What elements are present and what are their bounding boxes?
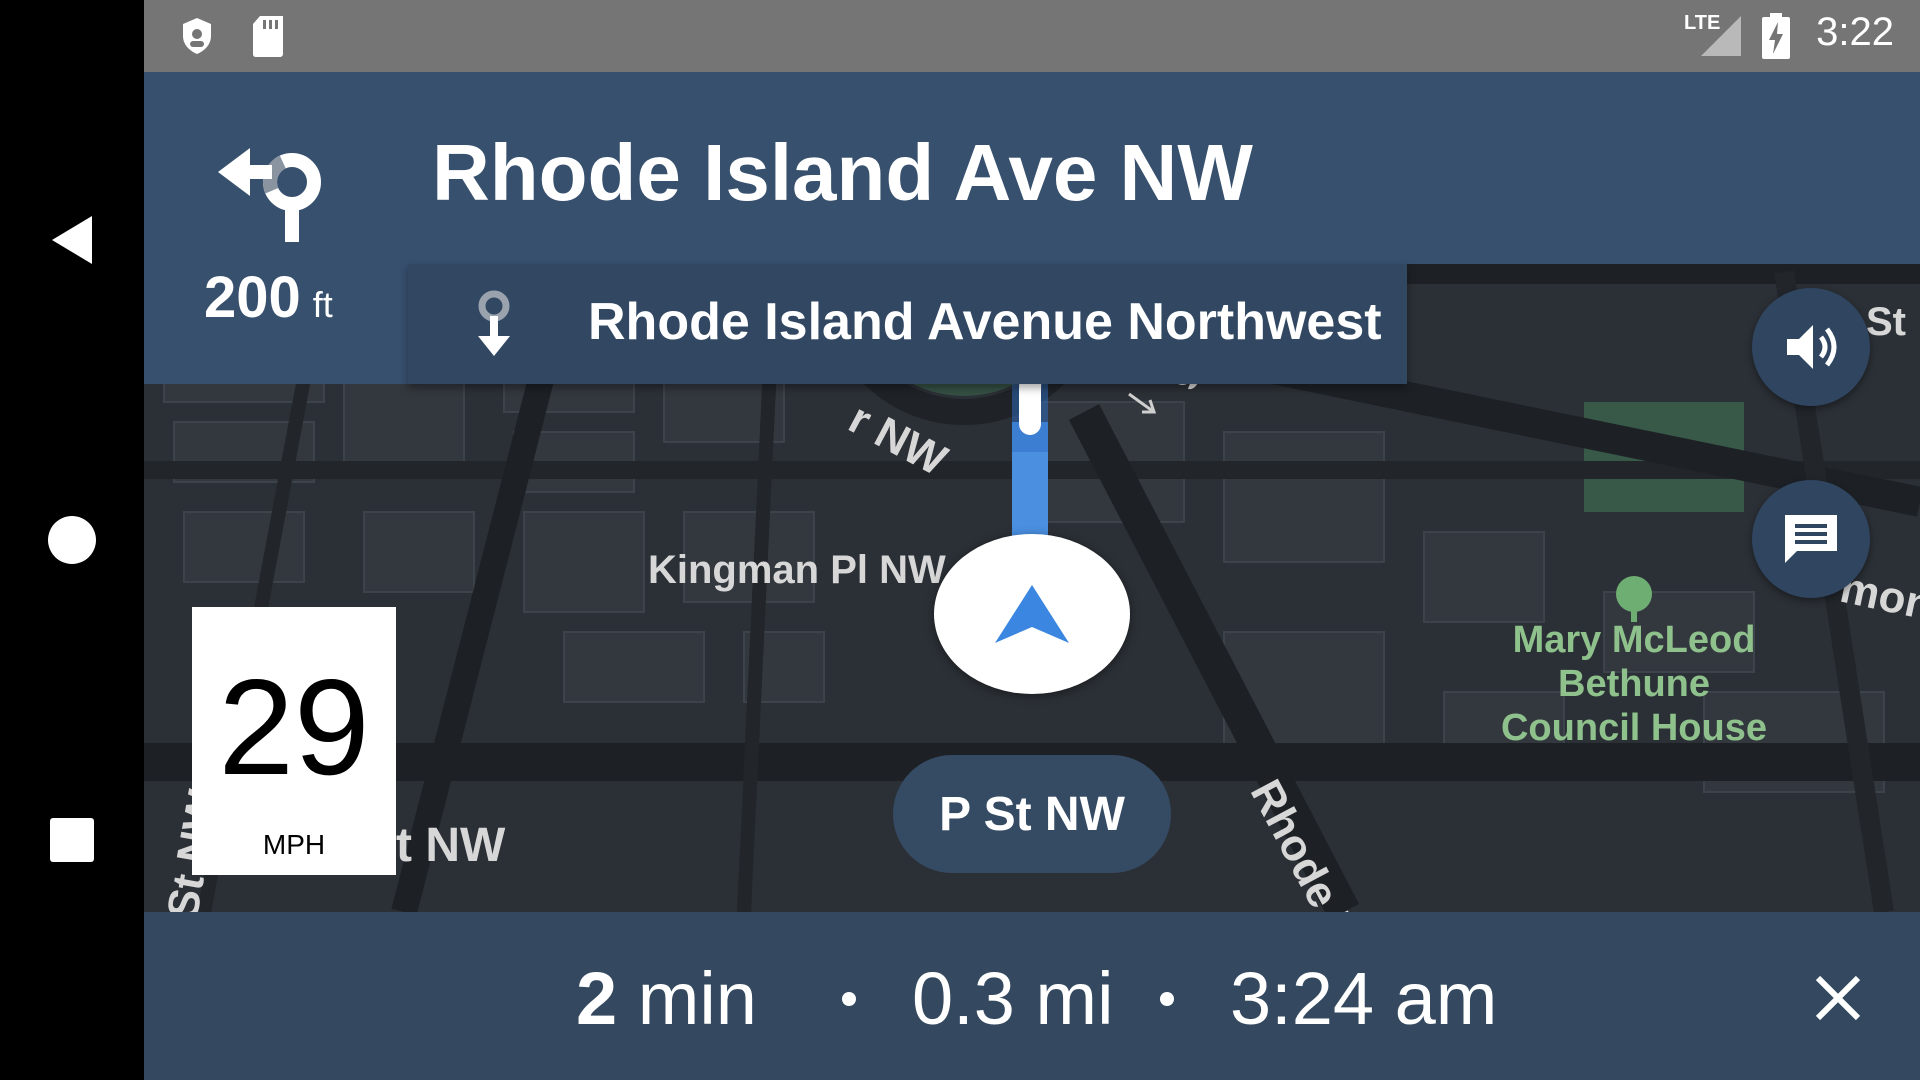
close-button[interactable] xyxy=(1808,968,1868,1028)
home-icon[interactable] xyxy=(0,480,144,600)
next-street-name: Rhode Island Avenue Northwest xyxy=(588,293,1382,351)
back-icon[interactable] xyxy=(0,180,144,300)
instruction-header: Rhode Island Ave NW xyxy=(144,72,1920,264)
message-button[interactable] xyxy=(1752,480,1870,598)
map-label-st-nw-bottom: t NW xyxy=(396,819,506,872)
message-icon xyxy=(1785,515,1837,563)
system-nav-bar xyxy=(0,0,144,1080)
volume-icon xyxy=(1787,325,1837,369)
maneuver-distance-panel: 200 ft xyxy=(144,264,408,384)
sound-button[interactable] xyxy=(1752,288,1870,406)
sd-card-icon xyxy=(253,16,283,57)
separator-dot xyxy=(1160,992,1174,1006)
map-poi-label[interactable]: Mary McLeod Bethune Council House xyxy=(1484,618,1784,750)
battery-charging-icon xyxy=(1762,13,1790,59)
current-instruction-street: Rhode Island Ave NW xyxy=(432,128,1253,217)
recents-icon[interactable] xyxy=(0,780,144,900)
navigation-arrow-icon xyxy=(995,585,1069,643)
position-marker xyxy=(934,534,1130,694)
map-label-st-top-right: St xyxy=(1866,300,1906,344)
map-label-kingman: Kingman Pl NW xyxy=(648,548,946,592)
trip-eta: 3:24 am xyxy=(1230,957,1498,1040)
destination-arrow-icon xyxy=(478,290,510,356)
trip-summary-bar[interactable]: 2 min 0.3 mi 3:24 am xyxy=(144,912,1920,1080)
maneuver-distance-unit: ft xyxy=(312,284,333,325)
separator-dot xyxy=(842,992,856,1006)
clock: 3:22 xyxy=(1816,10,1894,54)
speed-indicator: 29 MPH xyxy=(192,607,396,875)
speed-value: 29 xyxy=(218,651,370,803)
roundabout-left-icon xyxy=(218,148,321,242)
next-street-bar: Rhode Island Avenue Northwest xyxy=(408,264,1407,384)
close-icon xyxy=(1815,975,1861,1021)
speed-unit: MPH xyxy=(262,829,326,860)
trip-time-unit: min xyxy=(637,957,757,1040)
trip-distance: 0.3 mi xyxy=(912,957,1114,1040)
signal-icon xyxy=(1701,16,1741,56)
shield-icon xyxy=(183,18,211,54)
maneuver-distance-value: 200 xyxy=(204,265,301,330)
status-bar: LTE 3:22 xyxy=(144,0,1920,72)
current-street-pill: P St NW xyxy=(893,755,1171,873)
trip-time-value: 2 xyxy=(576,957,618,1040)
